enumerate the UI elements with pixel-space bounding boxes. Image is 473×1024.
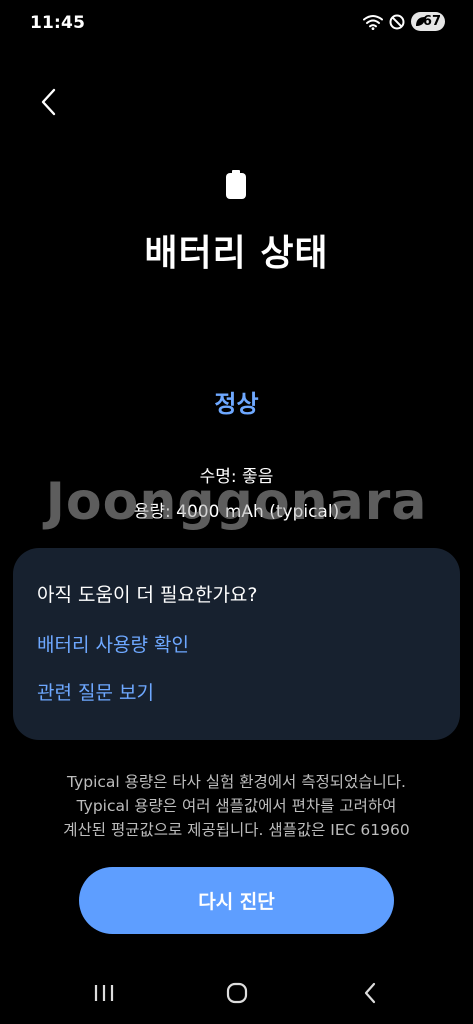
status-time: 11:45	[30, 13, 86, 33]
recents-icon	[94, 985, 114, 1001]
help-card: 아직 도움이 더 필요한가요? 배터리 사용량 확인 관련 질문 보기	[13, 548, 460, 740]
back-button[interactable]	[30, 84, 66, 120]
help-card-title: 아직 도움이 더 필요한가요?	[37, 584, 258, 606]
diagnose-again-button[interactable]: 다시 진단	[79, 867, 394, 934]
battery-status: 정상	[214, 390, 259, 418]
back-icon	[364, 982, 376, 1004]
page-title: 배터리 상태	[144, 233, 329, 274]
status-icons: 67	[363, 12, 445, 31]
navigation-bar	[0, 968, 473, 1018]
power-saving-leaf-icon	[416, 17, 425, 26]
chevron-left-icon	[41, 88, 56, 116]
home-icon	[226, 982, 248, 1004]
do-not-disturb-icon	[389, 14, 405, 30]
battery-usage-link[interactable]: 배터리 사용량 확인	[37, 630, 189, 657]
note-line: 계산된 평균값으로 제공됩니다. 샘플값은 IEC 61960	[63, 821, 410, 839]
battery-lifespan: 수명: 좋음	[199, 467, 274, 487]
capacity-note: Typical 용량은 타사 실험 환경에서 측정되었습니다. Typical …	[0, 770, 473, 842]
related-questions-link[interactable]: 관련 질문 보기	[37, 678, 154, 705]
status-bar: 11:45 67	[0, 0, 473, 48]
home-button[interactable]	[217, 978, 257, 1008]
wifi-icon	[363, 14, 383, 30]
note-line: Typical 용량은 타사 실험 환경에서 측정되었습니다.	[67, 773, 406, 791]
recents-button[interactable]	[84, 978, 124, 1008]
battery-hero-icon	[225, 170, 247, 200]
battery-icon: 67	[411, 12, 445, 31]
nav-back-button[interactable]	[350, 978, 390, 1008]
note-line: Typical 용량은 여러 샘플값에서 편차를 고려하여	[76, 797, 397, 815]
battery-capacity: 용량: 4000 mAh (typical)	[133, 502, 340, 522]
